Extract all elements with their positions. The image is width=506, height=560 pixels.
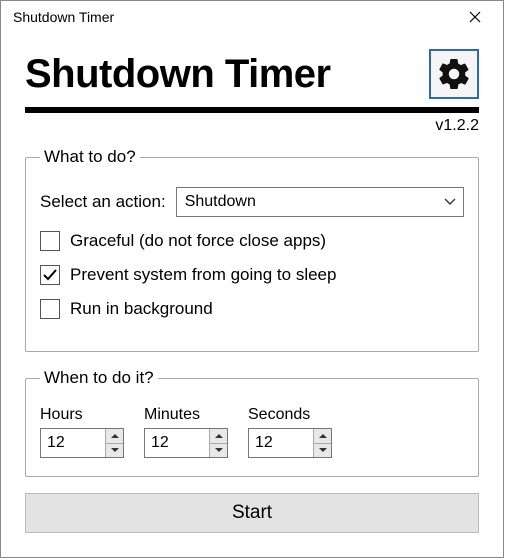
chevron-up-icon [319, 433, 327, 439]
time-legend: When to do it? [40, 368, 158, 388]
minutes-column: Minutes [144, 406, 228, 458]
close-icon [469, 11, 481, 23]
seconds-up-button[interactable] [314, 429, 331, 443]
app-window: Shutdown Timer Shutdown Timer v1.2.2 Wha… [0, 0, 504, 558]
chevron-down-icon [111, 447, 119, 453]
version-label: v1.2.2 [25, 117, 479, 135]
action-fieldset: What to do? Select an action: Shutdown G… [25, 147, 479, 352]
seconds-spin-buttons [313, 429, 331, 457]
graceful-label: Graceful (do not force close apps) [70, 231, 326, 251]
gear-icon [436, 56, 472, 92]
close-button[interactable] [455, 3, 495, 31]
graceful-checkbox[interactable] [40, 231, 60, 251]
window-title: Shutdown Timer [13, 9, 114, 25]
action-select-value: Shutdown [185, 193, 256, 211]
chevron-up-icon [111, 433, 119, 439]
background-checkbox[interactable] [40, 299, 60, 319]
graceful-row: Graceful (do not force close apps) [40, 231, 464, 251]
time-fieldset: When to do it? Hours Minutes [25, 368, 479, 477]
settings-button[interactable] [429, 49, 479, 99]
chevron-up-icon [215, 433, 223, 439]
app-title: Shutdown Timer [25, 52, 331, 97]
hours-up-button[interactable] [106, 429, 123, 443]
start-button-label: Start [232, 502, 272, 524]
action-select-wrap: Shutdown [176, 187, 464, 217]
titlebar: Shutdown Timer [1, 1, 503, 33]
seconds-column: Seconds [248, 406, 332, 458]
hours-label: Hours [40, 406, 124, 424]
prevent-sleep-label: Prevent system from going to sleep [70, 265, 336, 285]
action-legend: What to do? [40, 147, 140, 167]
hours-input[interactable] [41, 429, 105, 457]
minutes-label: Minutes [144, 406, 228, 424]
minutes-spinner [144, 428, 228, 458]
hours-spin-buttons [105, 429, 123, 457]
hours-spinner [40, 428, 124, 458]
minutes-spin-buttons [209, 429, 227, 457]
prevent-sleep-checkbox[interactable] [40, 265, 60, 285]
header-row: Shutdown Timer [25, 49, 479, 99]
background-label: Run in background [70, 299, 213, 319]
seconds-spinner [248, 428, 332, 458]
seconds-down-button[interactable] [314, 443, 331, 458]
minutes-input[interactable] [145, 429, 209, 457]
hours-column: Hours [40, 406, 124, 458]
action-select-label: Select an action: [40, 192, 166, 212]
seconds-input[interactable] [249, 429, 313, 457]
prevent-sleep-row: Prevent system from going to sleep [40, 265, 464, 285]
chevron-down-icon [319, 447, 327, 453]
check-icon [42, 267, 58, 283]
action-select[interactable]: Shutdown [176, 187, 464, 217]
background-row: Run in background [40, 299, 464, 319]
minutes-up-button[interactable] [210, 429, 227, 443]
seconds-label: Seconds [248, 406, 332, 424]
chevron-down-icon [215, 447, 223, 453]
action-select-row: Select an action: Shutdown [40, 187, 464, 217]
header-divider [25, 107, 479, 113]
time-row: Hours Minutes [40, 406, 464, 458]
content-area: Shutdown Timer v1.2.2 What to do? Select… [1, 33, 503, 543]
start-button[interactable]: Start [25, 493, 479, 533]
hours-down-button[interactable] [106, 443, 123, 458]
minutes-down-button[interactable] [210, 443, 227, 458]
